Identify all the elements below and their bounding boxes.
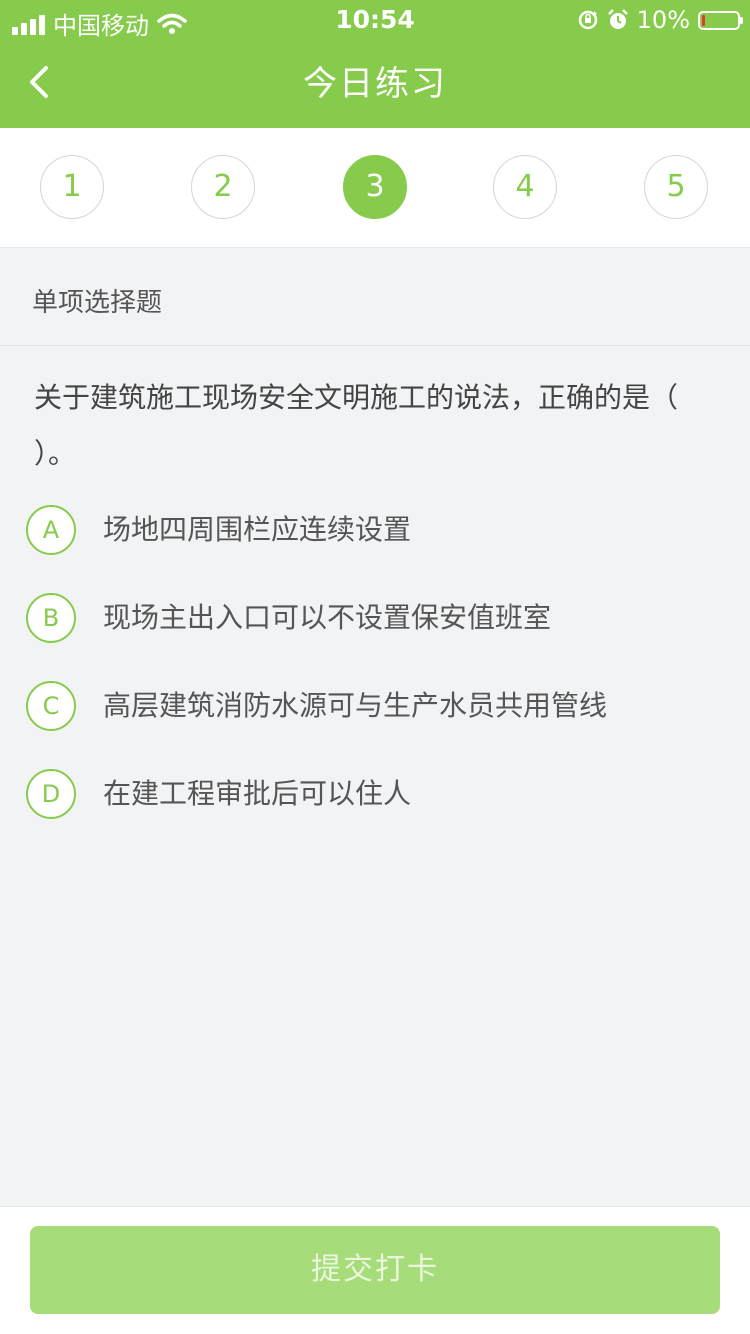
orientation-lock-icon — [578, 10, 597, 30]
option-b[interactable]: B 现场主出入口可以不设置保安值班室 — [26, 588, 726, 648]
option-b-text: 现场主出入口可以不设置保安值班室 — [103, 601, 552, 634]
battery-level-fill — [702, 14, 705, 26]
question-number-tabs: 1 2 3 4 5 — [0, 128, 750, 248]
option-a-text: 场地四周围栏应连续设置 — [103, 513, 412, 546]
page-title: 今日练习 — [303, 64, 447, 104]
question-stem: 关于建筑施工现场安全文明施工的说法，正确的是（ ）。 — [34, 381, 679, 470]
option-d-text: 在建工程审批后可以住人 — [103, 777, 412, 810]
option-c-letter: C — [26, 681, 76, 731]
option-c[interactable]: C 高层建筑消防水源可与生产水员共用管线 — [26, 676, 726, 736]
option-b-letter: B — [26, 593, 76, 643]
option-d[interactable]: D 在建工程审批后可以住人 — [26, 764, 726, 824]
nav-bar: 今日练习 — [0, 40, 750, 128]
tab-question-5[interactable]: 5 — [644, 155, 708, 219]
question-type-label: 单项选择题 — [32, 288, 163, 318]
option-d-letter: D — [26, 769, 76, 819]
footer: 提交打卡 — [0, 1206, 750, 1334]
battery-percent: 10% — [636, 6, 690, 34]
alarm-icon — [607, 9, 628, 29]
option-c-text: 高层建筑消防水源可与生产水员共用管线 — [103, 689, 608, 722]
status-right: 10% — [577, 6, 743, 34]
header: 中国移动 10:54 10% 今日练习 — [0, 0, 750, 128]
tab-question-1[interactable]: 1 — [40, 155, 104, 219]
question-type-section: 单项选择题 — [0, 248, 750, 346]
submit-checkin-button[interactable]: 提交打卡 — [30, 1226, 720, 1314]
tab-question-3[interactable]: 3 — [343, 155, 407, 219]
status-bar: 中国移动 10:54 10% — [0, 0, 750, 40]
option-a[interactable]: A 场地四周围栏应连续设置 — [26, 500, 726, 560]
option-a-letter: A — [26, 505, 76, 555]
battery-icon — [698, 10, 743, 30]
tab-question-2[interactable]: 2 — [191, 155, 255, 219]
tab-question-4[interactable]: 4 — [493, 155, 557, 219]
